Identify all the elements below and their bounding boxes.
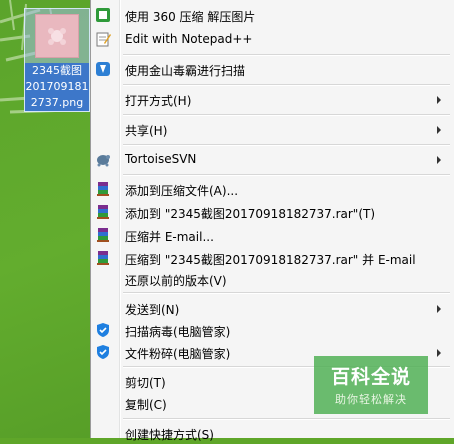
menu-item-compress-and-email[interactable]: 压缩并 E-mail... <box>91 224 453 246</box>
menu-item-scan-virus-pcmgr[interactable]: 扫描病毒(电脑管家) <box>91 319 453 341</box>
file-name-line-3: 2737.png <box>30 96 84 109</box>
menu-item-label: 共享(H) <box>125 124 168 138</box>
watermark-subtitle: 助你轻松解决 <box>335 393 407 406</box>
winrar-icon <box>95 204 111 220</box>
menu-item-label: 扫描病毒(电脑管家) <box>125 325 231 339</box>
submenu-arrow-icon <box>437 305 441 313</box>
menu-separator <box>123 54 450 56</box>
file-name-label: 2345截图 201709181 2737.png <box>25 63 89 111</box>
tortoise-icon <box>95 151 111 167</box>
menu-item-share[interactable]: 共享(H) <box>91 118 453 140</box>
menu-item-label: 使用金山毒霸进行扫描 <box>125 64 246 78</box>
menu-separator <box>123 114 450 116</box>
menu-item-label: 添加到 "2345截图20170918182737.rar"(T) <box>125 207 376 221</box>
menu-item-restore-previous-versions[interactable]: 还原以前的版本(V) <box>91 268 453 290</box>
menu-separator <box>123 144 450 146</box>
menu-item-label: Edit with Notepad++ <box>125 32 253 46</box>
submenu-arrow-icon <box>437 126 441 134</box>
menu-item-kingsoft-scan[interactable]: 使用金山毒霸进行扫描 <box>91 58 453 80</box>
winrar-icon <box>95 227 111 243</box>
menu-item-label: 创建快捷方式(S) <box>125 428 214 442</box>
kingsoft-antivirus-icon <box>95 61 111 77</box>
submenu-arrow-icon <box>437 96 441 104</box>
menu-item-label: 复制(C) <box>125 398 167 412</box>
watermark-badge: 百科全说 助你轻松解决 <box>314 356 428 414</box>
menu-item-compress-to-rar-and-email[interactable]: 压缩到 "2345截图20170918182737.rar" 并 E-mail <box>91 247 453 269</box>
desktop-file-icon[interactable]: 2345截图 201709181 2737.png <box>24 8 90 112</box>
tencent-shield-icon <box>95 322 111 338</box>
winrar-icon <box>95 250 111 266</box>
menu-item-add-to-named-rar[interactable]: 添加到 "2345截图20170918182737.rar"(T) <box>91 201 453 223</box>
submenu-arrow-icon <box>437 349 441 357</box>
menu-item-label: 文件粉碎(电脑管家) <box>125 347 231 361</box>
menu-item-create-shortcut[interactable]: 创建快捷方式(S) <box>91 422 453 444</box>
menu-item-label: 剪切(T) <box>125 376 166 390</box>
file-name-line-2: 201709181 <box>25 80 89 93</box>
menu-item-label: 使用 360 压缩 解压图片 <box>125 10 256 24</box>
watermark-title: 百科全说 <box>330 366 411 388</box>
menu-item-edit-notepadpp[interactable]: Edit with Notepad++ <box>91 28 453 50</box>
tencent-shield-icon <box>95 344 111 360</box>
file-name-line-1: 2345截图 <box>32 64 82 77</box>
menu-separator <box>123 292 450 294</box>
menu-item-label: 还原以前的版本(V) <box>125 274 227 288</box>
notepad-icon <box>95 31 111 47</box>
menu-item-label: TortoiseSVN <box>125 152 197 166</box>
menu-item-add-to-archive[interactable]: 添加到压缩文件(A)... <box>91 178 453 200</box>
submenu-arrow-icon <box>437 156 441 164</box>
image-thumbnail <box>35 14 79 58</box>
winrar-icon <box>95 181 111 197</box>
menu-item-label: 添加到压缩文件(A)... <box>125 184 239 198</box>
menu-item-open-with[interactable]: 打开方式(H) <box>91 88 453 110</box>
menu-separator <box>123 174 450 176</box>
menu-item-label: 压缩并 E-mail... <box>125 230 214 244</box>
menu-item-label: 发送到(N) <box>125 303 180 317</box>
green-app-icon <box>95 7 111 23</box>
menu-item-send-to[interactable]: 发送到(N) <box>91 297 453 319</box>
menu-item-360-decompress[interactable]: 使用 360 压缩 解压图片 <box>91 4 453 26</box>
menu-item-label: 压缩到 "2345截图20170918182737.rar" 并 E-mail <box>125 253 416 267</box>
menu-separator <box>123 418 450 420</box>
menu-item-tortoisesvn[interactable]: TortoiseSVN <box>91 148 453 170</box>
menu-separator <box>123 84 450 86</box>
menu-item-label: 打开方式(H) <box>125 94 192 108</box>
